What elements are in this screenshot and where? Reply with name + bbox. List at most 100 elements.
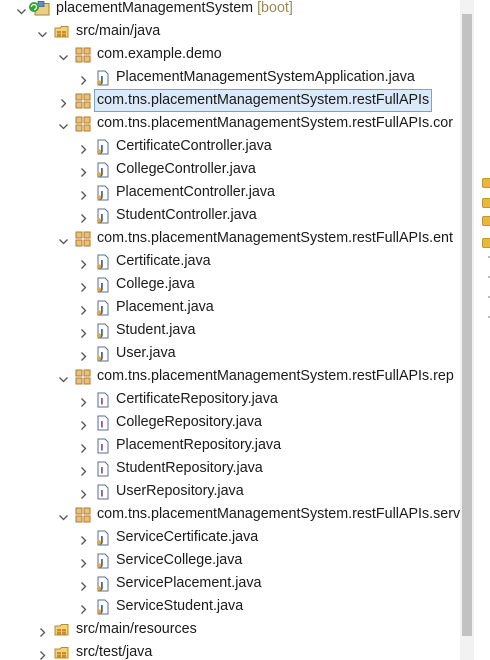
chevron-down-icon[interactable] — [36, 25, 49, 38]
chevron-down-icon[interactable] — [57, 508, 70, 521]
tree-item-file[interactable]: J Placement.java — [0, 296, 460, 319]
chevron-right-icon[interactable] — [77, 209, 90, 223]
chevron-right-icon[interactable] — [77, 554, 90, 568]
java-project-icon — [29, 1, 50, 17]
file-label: ServiceStudent.java — [116, 595, 243, 618]
chevron-down-icon[interactable] — [57, 232, 70, 245]
tree-item-file[interactable]: J StudentController.java — [0, 204, 460, 227]
chevron-right-icon[interactable] — [77, 462, 90, 476]
java-interface-file-icon: I — [95, 415, 111, 431]
scrollbar-thumb[interactable] — [462, 14, 472, 636]
chevron-down-icon[interactable] — [57, 370, 70, 383]
svg-text:I: I — [100, 421, 103, 431]
file-label: CertificateRepository.java — [116, 388, 278, 411]
package-icon — [75, 507, 91, 523]
tree-item-text: StudentController.java — [116, 207, 257, 223]
package-icon — [75, 231, 91, 247]
chevron-right-icon[interactable] — [77, 301, 90, 315]
tree-item-file[interactable]: J ServiceCertificate.java — [0, 526, 460, 549]
warning-marker-icon[interactable] — [482, 238, 490, 248]
java-interface-file-icon: I — [95, 461, 111, 477]
tree-item-file[interactable]: J ServiceStudent.java — [0, 595, 460, 618]
file-label: PlacementManagementSystemApplication.jav… — [116, 66, 415, 89]
source-folder-label: src/main/java — [76, 20, 160, 43]
tree-item-package[interactable]: com.tns.placementManagementSystem.restFu… — [0, 365, 460, 388]
tree-item-package[interactable]: com.tns.placementManagementSystem.restFu… — [0, 112, 460, 135]
chevron-right-icon[interactable] — [77, 531, 90, 545]
tree-item-package[interactable]: com.tns.placementManagementSystem.restFu… — [0, 89, 460, 112]
chevron-right-icon[interactable] — [77, 577, 90, 591]
chevron-right-icon[interactable] — [36, 623, 49, 637]
tree-item-source-folder[interactable]: src/test/java — [0, 641, 460, 660]
chevron-right-icon[interactable] — [77, 278, 90, 292]
tree-item-file[interactable]: I UserRepository.java — [0, 480, 460, 503]
project-label: placementManagementSystem [boot] — [56, 0, 293, 20]
tree-item-text: PlacementController.java — [116, 184, 275, 200]
package-icon — [75, 93, 91, 109]
tree-item-file[interactable]: J PlacementController.java — [0, 181, 460, 204]
java-class-file-icon: J — [95, 70, 111, 86]
tree-item-file[interactable]: J ServiceCollege.java — [0, 549, 460, 572]
chevron-down-icon[interactable] — [15, 2, 28, 15]
tree-item-file[interactable]: J CollegeController.java — [0, 158, 460, 181]
java-class-file-icon: J — [95, 208, 111, 224]
warning-marker-icon[interactable] — [482, 216, 490, 226]
tree-item-file[interactable]: J College.java — [0, 273, 460, 296]
package-label: com.tns.placementManagementSystem.restFu… — [93, 89, 433, 112]
tree-item-file[interactable]: I CollegeRepository.java — [0, 411, 460, 434]
tree-item-file[interactable]: J Certificate.java — [0, 250, 460, 273]
chevron-right-icon[interactable] — [77, 140, 90, 154]
tree-item-package[interactable]: com.tns.placementManagementSystem.restFu… — [0, 503, 460, 526]
chevron-right-icon[interactable] — [77, 393, 90, 407]
tree-item-file[interactable]: J Student.java — [0, 319, 460, 342]
chevron-right-icon[interactable] — [77, 416, 90, 430]
overview-ruler — [476, 0, 490, 660]
tree-item-file[interactable]: J User.java — [0, 342, 460, 365]
file-label: StudentController.java — [116, 204, 257, 227]
chevron-right-icon[interactable] — [77, 255, 90, 269]
tree-item-project[interactable]: placementManagementSystem [boot] — [0, 0, 460, 20]
file-label: CollegeRepository.java — [116, 411, 262, 434]
tree-item-file[interactable]: J CertificateController.java — [0, 135, 460, 158]
java-class-file-icon: J — [95, 185, 111, 201]
java-interface-file-icon: I — [95, 484, 111, 500]
tree-item-file[interactable]: I StudentRepository.java — [0, 457, 460, 480]
chevron-right-icon[interactable] — [36, 646, 49, 660]
tree-item-file[interactable]: J PlacementManagementSystemApplication.ja… — [0, 66, 460, 89]
chevron-right-icon[interactable] — [77, 324, 90, 338]
tree-item-file[interactable]: J ServicePlacement.java — [0, 572, 460, 595]
java-interface-file-icon: I — [95, 438, 111, 454]
warning-marker-icon[interactable] — [482, 178, 490, 188]
chevron-right-icon[interactable] — [77, 439, 90, 453]
chevron-down-icon[interactable] — [57, 117, 70, 130]
warning-marker-icon[interactable] — [482, 198, 490, 208]
chevron-right-icon[interactable] — [77, 186, 90, 200]
project-tree: placementManagementSystem [boot] src/main/… — [0, 0, 460, 660]
tree-item-text: User.java — [116, 345, 176, 361]
chevron-right-icon[interactable] — [77, 71, 90, 85]
chevron-right-icon[interactable] — [77, 485, 90, 499]
svg-text:I: I — [100, 444, 103, 454]
chevron-right-icon[interactable] — [77, 163, 90, 177]
chevron-right-icon[interactable] — [77, 600, 90, 614]
file-label: College.java — [116, 273, 195, 296]
java-class-file-icon: J — [95, 139, 111, 155]
project-decoration: [boot] — [257, 0, 293, 16]
chevron-down-icon[interactable] — [57, 48, 70, 61]
tree-item-source-folder[interactable]: src/main/resources — [0, 618, 460, 641]
tree-item-text: src/main/java — [76, 23, 161, 39]
chevron-right-icon[interactable] — [77, 347, 90, 361]
package-label: com.tns.placementManagementSystem.restFu… — [97, 112, 453, 135]
tree-item-text: CertificateController.java — [116, 138, 272, 154]
svg-text:I: I — [100, 467, 103, 477]
java-interface-file-icon: I — [95, 392, 111, 408]
tree-item-file[interactable]: I CertificateRepository.java — [0, 388, 460, 411]
package-icon — [75, 116, 91, 132]
tree-item-text: PlacementRepository.java — [116, 437, 282, 453]
chevron-right-icon[interactable] — [57, 94, 70, 108]
tree-item-file[interactable]: I PlacementRepository.java — [0, 434, 460, 457]
tree-item-package[interactable]: com.example.demo — [0, 43, 460, 66]
tree-item-text: CertificateRepository.java — [116, 391, 278, 407]
tree-item-source-folder[interactable]: src/main/java — [0, 20, 460, 43]
tree-item-package[interactable]: com.tns.placementManagementSystem.restFu… — [0, 227, 460, 250]
